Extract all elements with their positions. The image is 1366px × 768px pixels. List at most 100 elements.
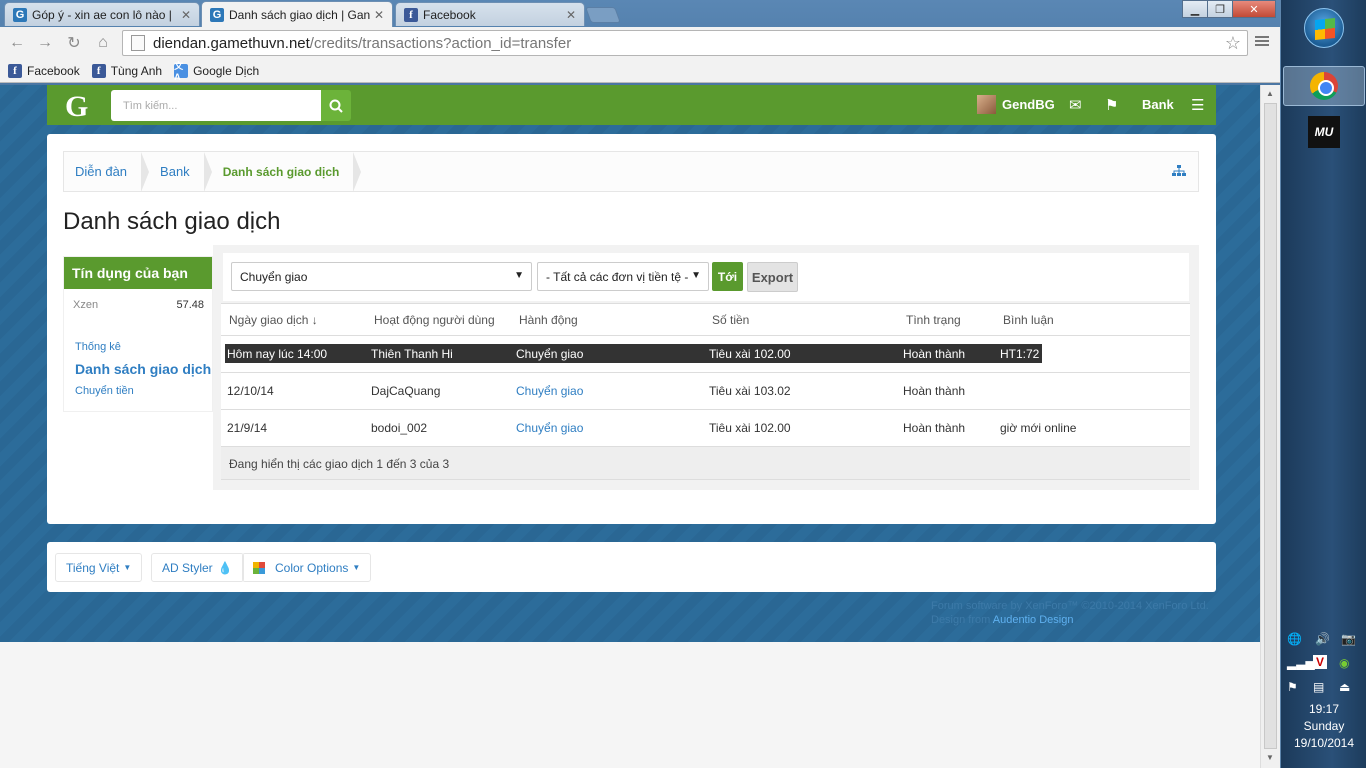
- cell-user[interactable]: bodoi_002: [371, 421, 427, 435]
- user-menu[interactable]: GendBG: [977, 95, 1055, 114]
- minimize-button[interactable]: ▁: [1182, 0, 1208, 18]
- credit-name: Xzen: [73, 299, 99, 311]
- credits-sidebar: Tín dụng của bạn Xzen 57.48 Thống kê Dan…: [63, 256, 213, 412]
- bookmark-label: Facebook: [27, 63, 80, 78]
- bookmark-google-dich[interactable]: 文A Google Dịch: [174, 61, 260, 82]
- address-bar[interactable]: diendan.gamethuvn.net/credits/transactio…: [122, 30, 1248, 56]
- export-button[interactable]: Export: [747, 262, 798, 292]
- header-user: Hoạt động người dùng: [374, 313, 495, 327]
- page-scrollbar[interactable]: ▲ ▼: [1260, 85, 1280, 768]
- breadcrumb: Diễn đàn Bank Danh sách giao dịch: [63, 151, 1199, 192]
- table-row[interactable]: 12/10/14 DajCaQuang Chuyển giao Tiêu xài…: [221, 373, 1190, 410]
- currency-select-value: - Tất cả các đơn vị tiền tệ -: [546, 269, 689, 284]
- table-row[interactable]: 21/9/14 bodoi_002 Chuyển giao Tiêu xài 1…: [221, 410, 1190, 447]
- window-close-button[interactable]: ✕: [1232, 0, 1276, 18]
- sidebar-item-transfer[interactable]: Chuyển tiền: [64, 385, 212, 397]
- flag-icon[interactable]: ⚑: [1105, 96, 1118, 114]
- footer-bar: Tiếng Việt ▼ AD Styler 💧 Color Options ▼: [47, 542, 1216, 592]
- username: GendBG: [1002, 97, 1055, 112]
- antivirus-icon[interactable]: V: [1313, 655, 1328, 669]
- hamburger-menu-icon[interactable]: ☰: [1191, 96, 1204, 114]
- search-input[interactable]: Tìm kiếm...: [111, 90, 321, 121]
- start-button[interactable]: [1304, 8, 1344, 48]
- bookmark-label: Google Dịch: [193, 63, 260, 78]
- sidebar-item-transactions[interactable]: Danh sách giao dịch: [64, 361, 212, 377]
- dropdown-arrow-icon: ▼: [691, 270, 701, 281]
- bookmark-tung-anh[interactable]: f Tùng Anh: [91, 63, 162, 78]
- go-button[interactable]: Tới: [712, 262, 743, 291]
- search-button[interactable]: [321, 90, 351, 121]
- taskbar-chrome[interactable]: [1283, 66, 1365, 106]
- breadcrumb-forum[interactable]: Diễn đàn: [64, 151, 150, 192]
- sidebar-item-stats[interactable]: Thống kê: [64, 341, 212, 353]
- nvidia-icon[interactable]: ◉: [1339, 656, 1349, 670]
- close-icon[interactable]: ✕: [181, 8, 191, 22]
- action-select[interactable]: Chuyển giao ▼: [231, 262, 532, 291]
- transactions-panel: Chuyển giao ▼ - Tất cả các đơn vị tiền t…: [213, 245, 1199, 490]
- bank-link[interactable]: Bank: [1142, 97, 1174, 112]
- forward-arrow-icon[interactable]: →: [35, 33, 55, 53]
- cell-amount: Tiêu xài 103.02: [709, 384, 791, 398]
- windows-taskbar: MU 🌐 🔊 📷 ▂▃▅ V ◉ ⚑ ▤ ⏏ 19:17 Sunday 19/1…: [1280, 0, 1366, 768]
- action-select-value: Chuyển giao: [240, 269, 308, 284]
- currency-select[interactable]: - Tất cả các đơn vị tiền tệ - ▼: [537, 262, 709, 291]
- signal-icon[interactable]: ▂▃▅: [1287, 656, 1315, 670]
- reload-icon[interactable]: ↻: [64, 33, 84, 53]
- cell-amount: Tiêu xài 102.00: [709, 347, 791, 361]
- pagination-summary: Đang hiển thị các giao dịch 1 đến 3 của …: [229, 457, 450, 471]
- credit-balance: Xzen 57.48: [64, 289, 212, 311]
- cell-action[interactable]: Chuyển giao: [516, 347, 583, 361]
- close-icon[interactable]: ✕: [566, 8, 576, 22]
- cell-action[interactable]: Chuyển giao: [516, 421, 583, 435]
- cell-user[interactable]: Thiên Thanh Hi: [371, 347, 453, 361]
- site-logo[interactable]: G: [65, 90, 88, 124]
- header-status: Tình trạng: [906, 313, 961, 327]
- bookmark-facebook[interactable]: f Facebook: [8, 63, 80, 78]
- style-chooser[interactable]: AD Styler 💧: [151, 553, 244, 582]
- breadcrumb-bank[interactable]: Bank: [149, 151, 212, 192]
- copyright: Forum software by XenForo™ ©2010-2014 Xe…: [931, 599, 1209, 627]
- style-label: AD Styler: [162, 560, 213, 575]
- home-icon[interactable]: ⌂: [93, 33, 113, 53]
- tab-facebook[interactable]: f Facebook ✕: [395, 2, 585, 26]
- credit-value: 57.48: [176, 299, 204, 311]
- design-prefix: Design from: [931, 614, 993, 626]
- scrollbar-thumb[interactable]: [1264, 103, 1277, 749]
- cell-user[interactable]: DajCaQuang: [371, 384, 440, 398]
- back-arrow-icon[interactable]: ←: [7, 33, 27, 53]
- cell-comment: giờ mới online: [1000, 421, 1077, 435]
- table-row[interactable]: Hôm nay lúc 14:00 Thiên Thanh Hi Chuyển …: [221, 336, 1190, 373]
- scroll-up-arrow-icon[interactable]: ▲: [1266, 89, 1274, 98]
- design-link[interactable]: Audentio Design: [993, 614, 1074, 626]
- usb-device-icon[interactable]: ⏏: [1339, 680, 1350, 694]
- bookmark-star-icon[interactable]: ☆: [1225, 33, 1241, 54]
- cell-status: Hoàn thành: [903, 347, 966, 361]
- sitemap-icon[interactable]: [1172, 164, 1186, 180]
- tab-transactions[interactable]: G Danh sách giao dịch | Gan ✕: [201, 1, 393, 27]
- maximize-button[interactable]: ❐: [1207, 0, 1233, 18]
- scroll-down-arrow-icon[interactable]: ▼: [1266, 753, 1274, 762]
- action-center-flag-icon[interactable]: ⚑: [1287, 680, 1298, 694]
- new-tab-button[interactable]: [585, 7, 621, 23]
- envelope-icon[interactable]: ✉: [1069, 96, 1082, 114]
- cell-comment: HT1:72: [1000, 347, 1040, 361]
- language-chooser[interactable]: Tiếng Việt ▼: [55, 553, 143, 582]
- tab-gop-y[interactable]: G Góp ý - xin ae con lô nào | ✕: [4, 2, 200, 26]
- header-date[interactable]: Ngày giao dịch ↓: [229, 313, 318, 327]
- display-icon[interactable]: ▤: [1313, 680, 1324, 694]
- volume-icon[interactable]: 🔊: [1315, 632, 1330, 646]
- facebook-icon: f: [91, 63, 106, 78]
- network-globe-icon[interactable]: 🌐: [1287, 632, 1302, 646]
- page-title: Danh sách giao dịch: [63, 208, 281, 235]
- taskbar-mu[interactable]: MU: [1283, 112, 1365, 152]
- tab-title: Danh sách giao dịch | Gan: [229, 7, 370, 22]
- site-header: G Tìm kiếm... GendBG ✉ ⚑ Bank ☰: [47, 85, 1216, 125]
- menu-icon[interactable]: [1255, 34, 1269, 50]
- transactions-table: Ngày giao dịch ↓ Hoạt động người dùng Hà…: [221, 303, 1190, 480]
- close-icon[interactable]: ✕: [374, 8, 384, 22]
- camera-icon[interactable]: 📷: [1341, 632, 1356, 646]
- g-icon: G: [210, 7, 224, 22]
- clock-time[interactable]: 19:17: [1281, 701, 1366, 718]
- cell-action[interactable]: Chuyển giao: [516, 384, 583, 398]
- color-options-chooser[interactable]: Color Options ▼: [242, 553, 372, 582]
